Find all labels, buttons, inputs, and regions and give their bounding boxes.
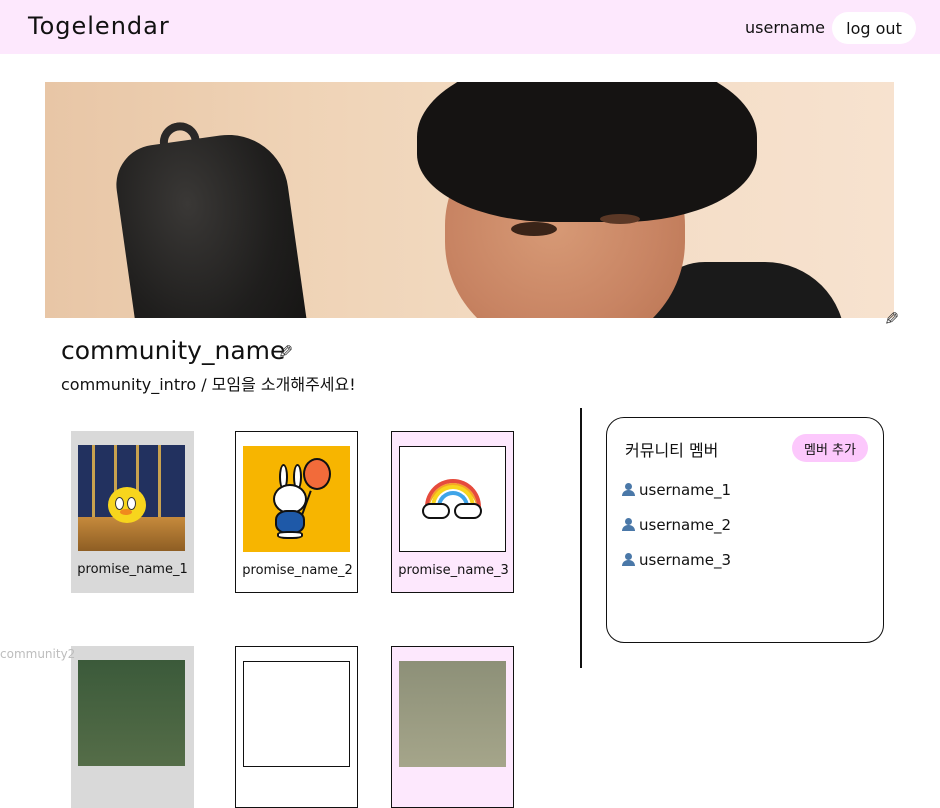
promise-card-2[interactable]: promise_name_2 <box>235 431 358 593</box>
user-icon <box>622 518 635 531</box>
community-members-panel: 커뮤니티 멤버 멤버 추가 username_1 username_2 user… <box>606 417 884 643</box>
top-bar: Togelendar username log out <box>0 0 940 54</box>
overflow-community-label: community2 <box>0 647 76 661</box>
community-edit-pencil-icon[interactable]: ✎ <box>278 342 293 363</box>
promise-card-1[interactable]: promise_name_1 <box>71 431 194 593</box>
promise-card-4[interactable] <box>71 646 194 808</box>
promise-card-5[interactable] <box>235 646 358 808</box>
promise-image-miffy <box>243 446 350 552</box>
promise-image-5 <box>243 661 350 767</box>
promise-card-3[interactable]: promise_name_3 <box>391 431 514 593</box>
member-item[interactable]: username_2 <box>622 516 731 534</box>
promise-image-4 <box>78 660 185 766</box>
banner-edit-pencil-icon[interactable]: ✎ <box>884 309 899 330</box>
promise-name: promise_name_3 <box>398 563 509 578</box>
logout-button[interactable]: log out <box>832 12 916 44</box>
section-divider <box>580 408 582 668</box>
community-intro: community_intro / 모임을 소개해주세요! <box>61 375 356 394</box>
member-item[interactable]: username_1 <box>622 481 731 499</box>
community-banner-image <box>45 82 894 318</box>
community-name: community_name <box>61 336 286 365</box>
member-name: username_1 <box>639 481 732 499</box>
user-icon <box>622 483 635 496</box>
promise-image-rainbow <box>399 446 506 552</box>
promise-name: promise_name_1 <box>77 562 188 577</box>
add-member-button[interactable]: 멤버 추가 <box>792 434 868 462</box>
member-item[interactable]: username_3 <box>622 551 731 569</box>
promise-name: promise_name_2 <box>242 563 353 578</box>
header-username[interactable]: username <box>745 18 825 37</box>
promise-image-tweety <box>78 445 185 551</box>
member-name: username_2 <box>639 516 732 534</box>
promise-image-6 <box>399 661 506 767</box>
promise-card-6[interactable] <box>391 646 514 808</box>
app-logo[interactable]: Togelendar <box>28 12 170 40</box>
user-icon <box>622 553 635 566</box>
member-name: username_3 <box>639 551 732 569</box>
members-title: 커뮤니티 멤버 <box>625 441 719 460</box>
